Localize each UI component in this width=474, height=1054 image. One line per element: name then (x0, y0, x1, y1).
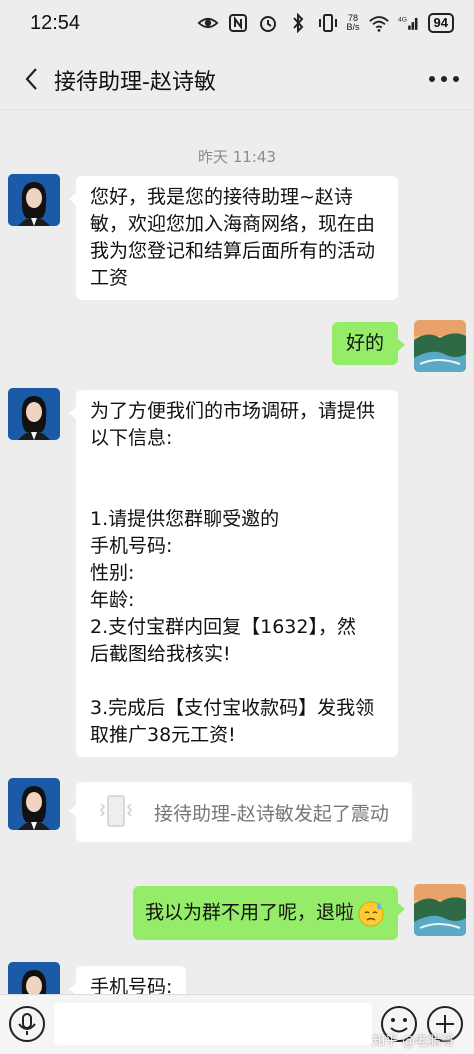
wifi-icon (368, 16, 389, 32)
message-line (90, 479, 384, 506)
watermark: 知乎 @老腊哥 (372, 1034, 455, 1049)
status-icons: 78 B/s 4G 94 (196, 13, 454, 33)
message-line: 您好，我是您的接待助理~赵诗 (90, 186, 353, 208)
message-line: 手机号码: (90, 535, 173, 557)
message-line: 为了方便我们的市场调研，请提供 (90, 400, 376, 422)
battery-indicator: 94 (427, 13, 454, 33)
nfc-icon (228, 14, 247, 32)
message-bubble-incoming[interactable]: 为了方便我们的市场调研，请提供 以下信息: 1.请提供您群聊受邀的 手机号码: … (69, 390, 398, 757)
alarm-icon (259, 16, 276, 32)
message-line (90, 452, 384, 479)
message-line: 3.完成后【支付宝收款码】发我领 (90, 697, 375, 719)
message-line: 以下信息: (90, 427, 173, 449)
back-arrow-icon[interactable] (20, 66, 44, 92)
message-input[interactable] (54, 1003, 372, 1045)
message-line: 工资 (90, 267, 129, 289)
landscape-avatar-icon (414, 884, 466, 936)
contact-portrait-icon (8, 388, 60, 440)
chat-header: 接待助理-赵诗敏 (0, 48, 474, 110)
message-line: 1.请提供您群聊受邀的 (90, 508, 280, 530)
status-time: 12:54 (30, 12, 81, 34)
message-text: 好的 (345, 332, 384, 354)
chat-area[interactable]: 昨天 11:43 您好，我是您的接待助理~赵诗 敏，欢迎您加入海商网络，现在由 … (0, 110, 474, 994)
message-text: 我以为群不用了呢，退啦 (144, 901, 354, 924)
contact-avatar[interactable] (8, 962, 60, 994)
contact-avatar[interactable] (8, 778, 60, 830)
message-line: 敏，欢迎您加入海商网络，现在由 (90, 213, 376, 235)
my-avatar[interactable] (414, 884, 466, 936)
net-speed: 78 B/s (347, 14, 360, 32)
message-line: 2.支付宝群内回复【1632】，然 (90, 616, 356, 638)
message-line: 性别: (90, 562, 135, 584)
sweat-smile-emoji-icon (358, 901, 384, 927)
message-bubble-outgoing[interactable]: 我以为群不用了呢，退啦 (132, 886, 406, 940)
eye-icon (196, 17, 219, 29)
message-line: 我为您登记和结算后面所有的活动 (90, 240, 376, 262)
message-bubble-incoming[interactable]: 您好，我是您的接待助理~赵诗 敏，欢迎您加入海商网络，现在由 我为您登记和结算后… (69, 176, 398, 300)
network-label: 4G (398, 16, 407, 23)
message-text: 手机号码: (90, 976, 173, 994)
contact-avatar[interactable] (8, 388, 60, 440)
message-line: 取推广38元工资! (90, 724, 236, 746)
chat-title: 接待助理-赵诗敏 (54, 70, 216, 95)
shake-message[interactable]: 接待助理-赵诗敏发起了震动 (69, 782, 412, 842)
my-avatar[interactable] (414, 320, 466, 372)
contact-avatar[interactable] (8, 174, 60, 226)
message-line (90, 668, 384, 695)
voice-input-icon[interactable] (8, 1005, 46, 1043)
contact-portrait-icon (8, 778, 60, 830)
more-options-icon[interactable] (426, 64, 462, 94)
phone-vibrate-icon (99, 795, 133, 827)
status-bar: 12:54 78 B/s 4G 94 (0, 0, 474, 48)
vibrate-icon (318, 14, 337, 32)
message-timestamp: 昨天 11:43 (198, 148, 276, 166)
message-line: 年龄: (90, 589, 135, 611)
contact-portrait-icon (8, 174, 60, 226)
net-speed-unit: B/s (346, 22, 360, 32)
message-bubble-incoming[interactable]: 手机号码: (68, 966, 187, 994)
landscape-avatar-icon (414, 320, 466, 372)
shake-text: 接待助理-赵诗敏发起了震动 (154, 803, 389, 825)
contact-portrait-icon (8, 962, 60, 994)
signal-icon: 4G (398, 16, 417, 30)
message-line: 后截图给我核实! (90, 643, 231, 665)
bluetooth-icon (292, 13, 303, 33)
message-bubble-outgoing[interactable]: 好的 (331, 322, 406, 365)
